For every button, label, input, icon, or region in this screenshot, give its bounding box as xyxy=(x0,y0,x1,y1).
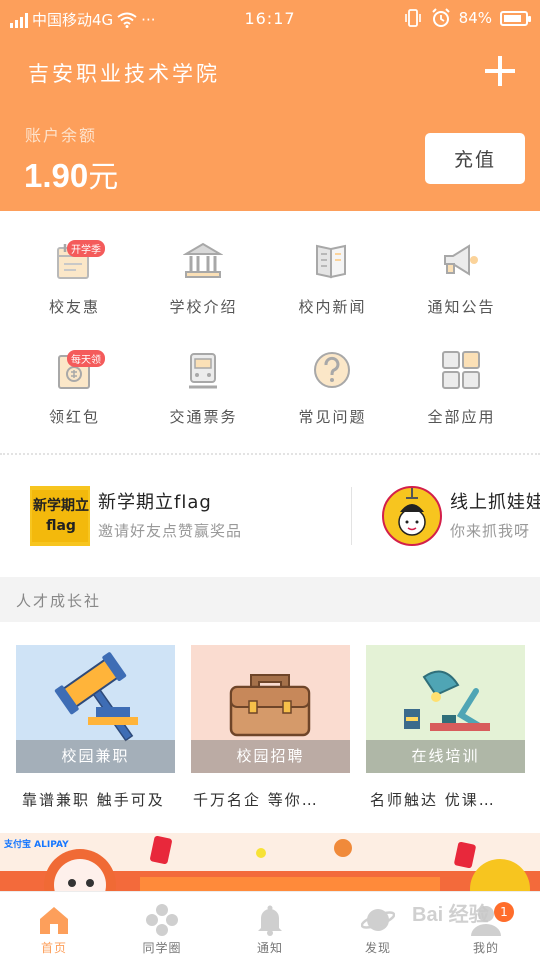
promo-claw-machine[interactable]: 线上抓娃娃 你来抓我呀 xyxy=(382,482,540,552)
grid-item-all-apps[interactable]: 全部应用 xyxy=(394,336,529,436)
card-description: 靠谱兼职 触手可及 xyxy=(22,791,165,809)
balance-label: 账户余额 xyxy=(25,126,98,145)
question-icon xyxy=(314,352,350,388)
bell-icon xyxy=(258,905,282,936)
train-icon xyxy=(189,353,217,389)
alipay-logo: 支付宝 ALIPAY xyxy=(4,837,69,850)
thumb-text: 新学期立flag xyxy=(33,498,89,534)
newspaper-icon xyxy=(316,244,346,279)
grid-label: 领红包 xyxy=(48,408,100,426)
card-caption: 校园兼职 xyxy=(16,740,175,773)
alipay-label: 支付宝 xyxy=(4,840,32,850)
card-caption: 校园招聘 xyxy=(191,740,350,773)
grid-item-faq[interactable]: 常见问题 xyxy=(265,336,400,436)
battery-percent: 84% xyxy=(458,9,492,27)
alarm-icon xyxy=(431,8,450,27)
grid-label: 校友惠 xyxy=(48,298,100,316)
promo-divider xyxy=(351,487,352,545)
megaphone-icon xyxy=(444,244,478,276)
grid-item-campus-news[interactable]: 校内新闻 xyxy=(265,226,400,326)
card-campus-part-time[interactable]: 校园兼职 xyxy=(16,645,175,773)
claw-doll-thumbnail xyxy=(382,486,442,546)
planet-icon xyxy=(361,909,395,931)
card-online-training[interactable]: 在线培训 xyxy=(366,645,525,773)
grid-badge: 开学季 xyxy=(67,240,105,257)
grid-item-tickets[interactable]: 交通票务 xyxy=(136,336,271,436)
grid-item-school-intro[interactable]: 学校介绍 xyxy=(136,226,271,326)
grid-label: 校内新闻 xyxy=(298,298,367,316)
tab-notice[interactable]: 通知 xyxy=(216,892,324,960)
home-icon xyxy=(40,907,68,934)
tab-label: 发现 xyxy=(364,941,391,955)
grid-label: 学校介绍 xyxy=(169,298,238,316)
promo-banner[interactable]: 支付宝 ALIPAY xyxy=(0,833,540,893)
grid-label: 全部应用 xyxy=(427,408,496,426)
card-caption: 在线培训 xyxy=(366,740,525,773)
grid-item-notices[interactable]: 通知公告 xyxy=(394,226,529,326)
tab-label: 通知 xyxy=(256,941,283,955)
alipay-sub: ALIPAY xyxy=(34,840,69,850)
vibrate-icon xyxy=(404,9,421,27)
grid-item-red-packet[interactable]: 每天领 领红包 xyxy=(7,336,142,436)
section-header: 人才成长社 xyxy=(0,577,540,622)
balance-unit: 元 xyxy=(88,161,119,194)
apps-grid-icon xyxy=(442,351,480,389)
tab-classmates[interactable]: 同学圈 xyxy=(108,892,216,960)
balance-amount: 1.90 xyxy=(24,157,89,194)
status-right: 84% xyxy=(403,8,531,28)
section-title: 人才成长社 xyxy=(16,592,102,610)
promo-new-term-flag[interactable]: 新学期立flag 新学期立flag 邀请好友点赞赢奖品 xyxy=(30,482,330,552)
add-button[interactable] xyxy=(482,53,518,89)
grid-badge: 每天领 xyxy=(67,350,105,367)
card-description: 名师触达 优课… xyxy=(370,791,496,809)
promo-subtitle: 你来抓我呀 xyxy=(450,522,531,540)
divider xyxy=(0,453,540,455)
recharge-button[interactable]: 充值 xyxy=(425,133,525,184)
promo-title: 新学期立flag xyxy=(98,492,212,513)
tab-label: 首页 xyxy=(40,941,67,955)
grid-label: 通知公告 xyxy=(427,298,496,316)
card-description: 千万名企 等你… xyxy=(193,791,319,809)
tab-label: 我的 xyxy=(472,941,499,955)
grid-item-alumni-deals[interactable]: 开学季 校友惠 xyxy=(7,226,142,326)
banner-art xyxy=(0,835,540,893)
circles-icon xyxy=(146,904,178,936)
promo-subtitle: 邀请好友点赞赢奖品 xyxy=(98,522,243,540)
school-name: 吉安职业技术学院 xyxy=(28,62,220,86)
promo-title: 线上抓娃娃 xyxy=(450,492,540,513)
watermark: Bai 经验 xyxy=(412,904,489,926)
grid-label: 常见问题 xyxy=(298,408,367,426)
card-campus-recruit[interactable]: 校园招聘 xyxy=(191,645,350,773)
balance-value: 1.90元 xyxy=(24,152,118,196)
status-bar: 中国移动4G ··· 16:17 84% xyxy=(0,0,540,36)
tab-home[interactable]: 首页 xyxy=(0,892,108,960)
battery-icon xyxy=(500,10,531,26)
notification-badge: 1 xyxy=(494,902,514,922)
school-building-icon xyxy=(183,242,223,278)
grid-label: 交通票务 xyxy=(169,408,238,426)
tab-label: 同学圈 xyxy=(142,941,182,955)
header: 中国移动4G ··· 16:17 84% 吉安职业技术学院 账户余额 1.90元… xyxy=(0,0,540,211)
